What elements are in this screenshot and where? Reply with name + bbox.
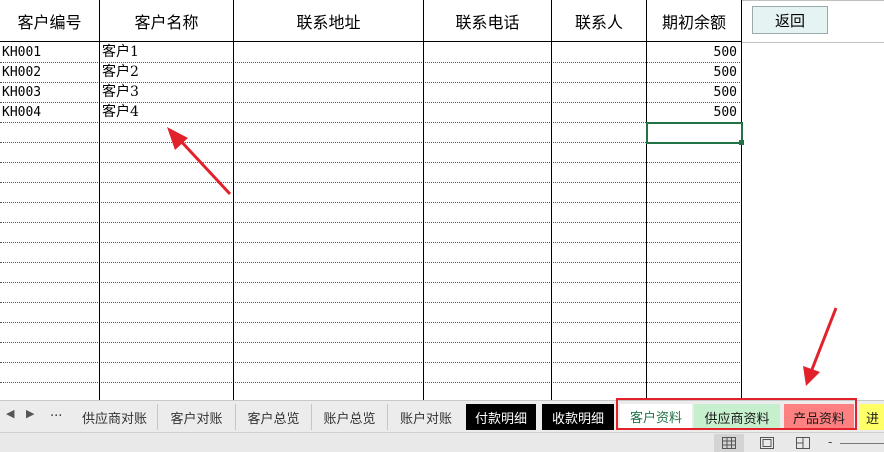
tab-purchase-truncated[interactable]: 进 xyxy=(860,404,884,430)
tab-customer-overview[interactable]: 客户总览 xyxy=(236,404,312,430)
page-layout-icon[interactable] xyxy=(752,434,782,452)
tab-receipt-details[interactable]: 收款明细 xyxy=(542,404,614,430)
tab-customer-reconciliation[interactable]: 客户对账 xyxy=(158,404,236,430)
tab-supplier-reconciliation[interactable]: 供应商对账 xyxy=(72,404,158,430)
page-break-icon[interactable] xyxy=(788,434,818,452)
annotation-overlay xyxy=(167,127,838,386)
tab-account-reconciliation[interactable]: 账户对账 xyxy=(388,404,464,430)
zoom-slider[interactable] xyxy=(840,443,884,444)
spreadsheet-window: 客户编号 客户名称 联系地址 联系电话 联系人 期初余额 KH001 客户1 500… xyxy=(0,0,884,452)
annotation-highlight-box xyxy=(616,398,857,430)
tab-more-button[interactable]: ... xyxy=(50,405,62,420)
status-bar: - xyxy=(0,432,884,452)
arrow-to-customer-name xyxy=(167,127,232,196)
grid-view-icon[interactable] xyxy=(714,434,744,452)
tab-payment-details[interactable]: 付款明细 xyxy=(466,404,536,430)
tab-scroll-next-icon[interactable]: ▶ xyxy=(26,407,34,420)
arrow-to-sheet-tabs xyxy=(803,307,838,386)
zoom-out-button[interactable]: - xyxy=(828,435,832,449)
tab-account-overview[interactable]: 账户总览 xyxy=(312,404,388,430)
tab-scroll-prev-icon[interactable]: ◀ xyxy=(6,407,14,420)
